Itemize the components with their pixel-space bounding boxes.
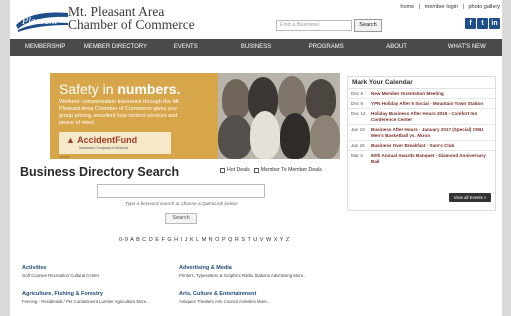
category-title[interactable]: Advertising & Media	[179, 265, 307, 271]
event-date: Dec 14	[351, 111, 366, 116]
nav-whats-new[interactable]: WHAT'S NEW	[432, 39, 502, 56]
directory-hint: Type a keyword search or choose a QuickL…	[125, 202, 239, 207]
facebook-icon[interactable]: f	[465, 18, 476, 29]
insurance-banner-ad[interactable]: Safety in numbers. Workers' compensation…	[50, 73, 340, 159]
linkedin-icon[interactable]: in	[489, 18, 500, 29]
page: Pleasant Mt. Pleasant Area Chamber of Co…	[10, 0, 502, 316]
view-all-events-button[interactable]: View all Events »	[449, 193, 491, 202]
main-nav: MEMBERSHIP MEMBER DIRECTORY EVENTS BUSIN…	[10, 39, 502, 56]
chamber-logo-icon[interactable]: Pleasant	[14, 7, 70, 33]
event-link[interactable]: Business Over Breakfast - Sam's Club	[369, 141, 495, 150]
home-link[interactable]: home	[400, 4, 414, 10]
svg-text:Pleasant: Pleasant	[21, 16, 57, 27]
sponsor-subtitle: Insurance Company of America	[79, 146, 128, 150]
accident-fund-wordmark: ▲ AccidentFund	[66, 135, 138, 145]
event-date: Jan 10	[351, 127, 365, 132]
calendar-event[interactable]: Mar 4 60th Annual Awards Banquet - Diamo…	[348, 151, 495, 166]
event-link[interactable]: YPN Holiday After 5 Social - Mountain To…	[369, 99, 495, 108]
nav-membership[interactable]: MEMBERSHIP	[10, 39, 80, 56]
event-date: Dec 6	[351, 91, 364, 96]
calendar-event[interactable]: Dec 6 New Member Orientation Meeting	[348, 89, 495, 99]
site-title-line2: Chamber of Commerce	[68, 17, 195, 32]
member-login-link[interactable]: member login	[425, 4, 458, 10]
category-advertising-media: Advertising & Media Printers, Typesetter…	[179, 265, 307, 278]
calendar-widget: Mark Your Calendar Dec 6 New Member Orie…	[347, 76, 496, 211]
site-title[interactable]: Mt. Pleasant Area Chamber of Commerce	[68, 5, 195, 32]
hot-deals-link[interactable]: Hot Deals	[220, 167, 250, 173]
category-agriculture: Agriculture, Fishing & Forestry Fencing …	[22, 291, 150, 304]
banner-body: Workers' compensation insurance through …	[59, 99, 181, 126]
photo-gallery-link[interactable]: photo gallery	[469, 4, 501, 10]
category-title[interactable]: Activities	[22, 265, 99, 271]
directory-search-button[interactable]: Search	[165, 213, 197, 224]
nav-about[interactable]: ABOUT	[361, 39, 431, 56]
member-deals-link[interactable]: Member To Member Deals	[253, 167, 322, 173]
directory-title: Business Directory Search	[20, 165, 180, 179]
category-links[interactable]: Golf Courses Recreation Cultural Center	[22, 273, 99, 278]
nav-business[interactable]: BUSINESS	[221, 39, 291, 56]
nav-member-directory[interactable]: MEMBER DIRECTORY	[80, 39, 150, 56]
alphabet-quicklinks[interactable]: 0-9 A B C D E F G H I J K L M N O P Q R …	[119, 237, 290, 243]
calendar-event[interactable]: Jan 10 Business After Hours - January 20…	[348, 125, 495, 141]
event-date: Dec 8	[351, 101, 364, 106]
arrow-logo-icon: ▲	[66, 135, 75, 145]
calendar-event[interactable]: Dec 14 Holiday Business After Hours 2016…	[348, 109, 495, 125]
accident-fund-logo: ▲ AccidentFund Insurance Company of Amer…	[59, 132, 171, 154]
category-arts-culture: Arts, Culture & Entertainment Antiques T…	[179, 291, 270, 304]
header-search-button[interactable]: Search	[354, 19, 382, 32]
category-title[interactable]: Arts, Culture & Entertainment	[179, 291, 270, 297]
category-title[interactable]: Agriculture, Fishing & Forestry	[22, 291, 150, 297]
deals-icon	[220, 167, 225, 173]
deals-icon	[253, 167, 259, 173]
social-links: f t in	[465, 18, 500, 29]
banner-title: Safety in numbers.	[59, 81, 181, 97]
category-activities: Activities Golf Courses Recreation Cultu…	[22, 265, 99, 278]
event-link[interactable]: 60th Annual Awards Banquet - Diamond Ann…	[369, 151, 495, 166]
event-link[interactable]: Holiday Business After Hours 2016 - Comf…	[369, 109, 495, 124]
business-people-photo	[218, 73, 340, 159]
banner-fineprint: TRADE	[59, 155, 70, 159]
calendar-event[interactable]: Dec 8 YPN Holiday After 5 Social - Mount…	[348, 99, 495, 109]
category-links[interactable]: Antiques Theaters Arts Council Activitie…	[179, 299, 270, 304]
site-header: Pleasant Mt. Pleasant Area Chamber of Co…	[10, 0, 502, 38]
event-link[interactable]: Business After Hours - January 2017 (Spe…	[369, 125, 495, 140]
category-links[interactable]: Printers, Typesetters & Graphics Radio S…	[179, 273, 307, 278]
event-link[interactable]: New Member Orientation Meeting	[369, 89, 495, 98]
directory-deal-links: Hot Deals Member To Member Deals	[220, 167, 322, 173]
category-links[interactable]: Fencing - Residential / Pet Containment …	[22, 299, 150, 304]
calendar-title: Mark Your Calendar	[348, 77, 495, 89]
event-date: Mar 4	[351, 153, 363, 158]
nav-events[interactable]: EVENTS	[151, 39, 221, 56]
business-search-input[interactable]: Find a Business	[276, 20, 352, 31]
directory-search-input[interactable]	[97, 184, 265, 198]
event-date: Jan 25	[351, 143, 365, 148]
twitter-icon[interactable]: t	[477, 18, 488, 29]
utility-links: home | member login | photo gallery	[400, 4, 501, 10]
nav-programs[interactable]: PROGRAMS	[291, 39, 361, 56]
calendar-event[interactable]: Jan 25 Business Over Breakfast - Sam's C…	[348, 141, 495, 151]
